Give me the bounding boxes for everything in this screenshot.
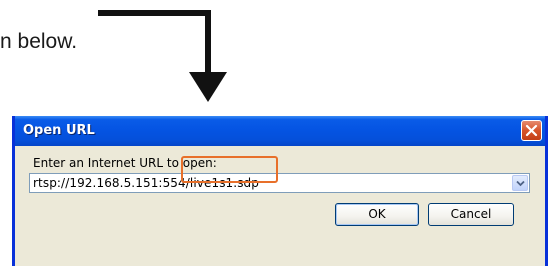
- dialog-titlebar[interactable]: Open URL: [15, 116, 545, 146]
- close-button[interactable]: [521, 120, 542, 141]
- dialog-title: Open URL: [23, 123, 95, 138]
- cancel-button[interactable]: Cancel: [428, 203, 514, 226]
- close-icon: [525, 124, 538, 137]
- dropdown-button[interactable]: [512, 175, 528, 191]
- open-url-dialog: Open URL Enter an Internet URL to open: …: [12, 116, 548, 266]
- url-prompt-label: Enter an Internet URL to open:: [33, 156, 217, 170]
- url-input[interactable]: rtsp://192.168.5.151:554/live1s1.sdp: [33, 176, 259, 190]
- ok-button[interactable]: OK: [335, 203, 419, 226]
- chevron-down-icon: [516, 180, 525, 187]
- url-combobox[interactable]: rtsp://192.168.5.151:554/live1s1.sdp: [29, 173, 530, 193]
- down-arrow-icon: [98, 10, 227, 102]
- document-text: n below.: [0, 30, 78, 53]
